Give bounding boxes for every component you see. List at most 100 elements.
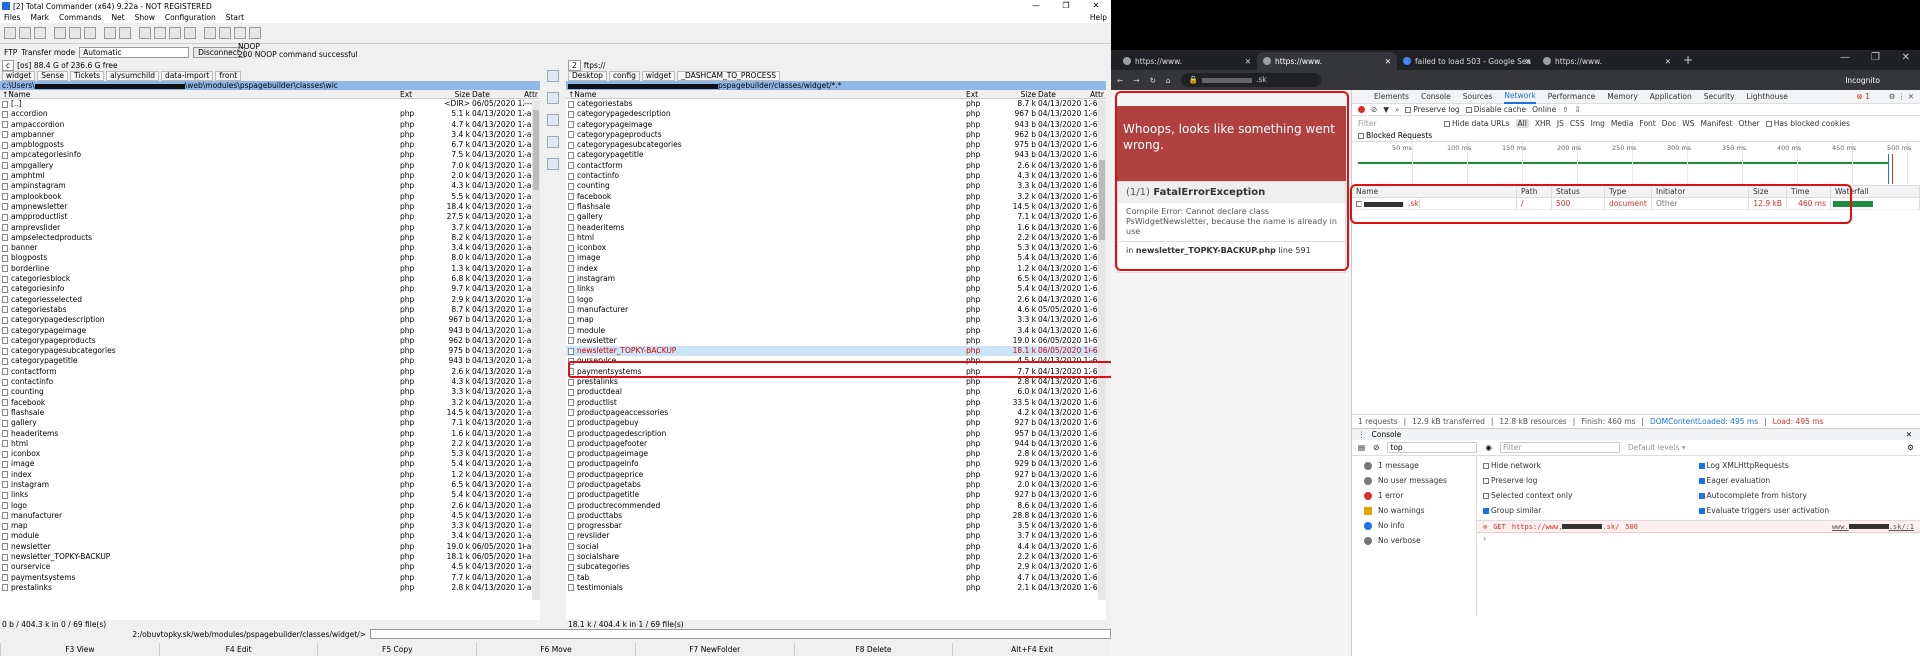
has-blocked-checkbox[interactable]: Has blocked cookies <box>1765 119 1850 128</box>
sidebar-verbose[interactable]: No verbose <box>1352 533 1476 548</box>
right-tab[interactable]: config <box>608 71 640 81</box>
left-tab[interactable]: Sense <box>37 71 68 81</box>
file-row[interactable]: galleryphp7.1 k04/13/2020 12:56-64- <box>566 212 1106 222</box>
left-tab[interactable]: widget <box>2 71 36 81</box>
ftp-new-icon[interactable] <box>184 27 196 39</box>
f6-move-button[interactable]: F6 Move <box>476 643 635 656</box>
filter-icon[interactable]: ▼ <box>1383 105 1389 114</box>
sort-icon[interactable] <box>84 27 96 39</box>
forward-icon[interactable] <box>119 27 131 39</box>
tree-icon[interactable] <box>54 27 66 39</box>
browser-tab[interactable]: failed to load 503 - Google Sea ✕ <box>1397 52 1537 70</box>
maximize-icon[interactable]: ❐ <box>1051 0 1081 12</box>
type-filter[interactable]: Doc <box>1662 119 1677 128</box>
file-row[interactable]: borderlinephp1.3 k04/13/2020 12:56-a-- <box>0 264 540 274</box>
minimize-icon[interactable]: — <box>1021 0 1051 12</box>
file-row[interactable]: contactinfophp4.3 k04/13/2020 12:56-a-- <box>0 377 540 387</box>
back-icon[interactable]: ← <box>1117 76 1123 85</box>
file-row[interactable]: tabphp4.7 k04/13/2020 12:56-64- <box>566 573 1106 583</box>
log-levels-select[interactable]: Default levels ▾ <box>1628 443 1686 452</box>
file-row[interactable]: facebookphp3.2 k04/13/2020 12:56-a-- <box>0 398 540 408</box>
col-size-header[interactable]: Size <box>994 90 1038 99</box>
error-source-link[interactable]: www. .sk/:1 <box>1832 521 1914 532</box>
col-attr-header[interactable]: Attr <box>524 90 538 98</box>
tab-close-icon[interactable]: ✕ <box>1525 57 1531 66</box>
file-row[interactable]: newsletter_TOPKY-BACKUP php 18.1 k 06/05/20… <box>0 552 540 562</box>
file-row[interactable]: productdealphp6.0 k04/13/2020 12:56-64- <box>566 387 1106 397</box>
file-row[interactable]: categorypagesubcategories php 975 b 04/13/2… <box>0 346 540 356</box>
command-input[interactable] <box>370 629 1111 639</box>
file-row[interactable]: productpagetitle php 927 b04/13/2020 12:56… <box>566 490 1106 500</box>
file-row[interactable]: categoriesselected php 2.9 k04/13/2020 12:… <box>0 295 540 305</box>
incognito-label[interactable]: Incognito <box>1845 76 1880 85</box>
browser-tab[interactable]: https://www. ✕ <box>1117 52 1257 70</box>
file-row[interactable]: bannerphp3.4 k04/13/2020 12:56-a-- <box>0 243 540 253</box>
throttle-select[interactable]: Online <box>1532 105 1556 114</box>
file-row[interactable]: headeritemsphp1.6 k04/13/2020 12:56-a-- <box>0 429 540 439</box>
file-row[interactable]: progressbarphp3.5 k04/13/2020 12:56-64- <box>566 521 1106 531</box>
home-icon[interactable]: ⌂ <box>1166 76 1171 85</box>
f7-newfolder-button[interactable]: F7 NewFolder <box>634 643 794 656</box>
type-filter-all[interactable]: All <box>1515 118 1529 128</box>
console-setting-checkbox[interactable]: Eager evaluation <box>1698 475 1915 486</box>
right-tab[interactable]: Desktop <box>568 71 607 81</box>
file-row[interactable]: categoriesblockphp6.8 k04/13/2020 12:56-… <box>0 274 540 284</box>
file-row[interactable]: ampcategoriesinfo php 7.5 k04/13/2020 12:5… <box>0 150 540 160</box>
tab-memory[interactable]: Memory <box>1607 92 1638 101</box>
console-setting-checkbox[interactable]: Preserve log <box>1483 475 1699 486</box>
find-icon[interactable] <box>204 27 216 39</box>
menu-mark[interactable]: Mark <box>30 13 49 22</box>
file-row[interactable]: htmlphp2.2 k04/13/2020 12:56-64- <box>566 233 1106 243</box>
console-setting-checkbox[interactable]: Selected context only <box>1483 490 1699 501</box>
col-name-header[interactable]: ↑Name <box>0 90 400 98</box>
file-row[interactable]: [..]<DIR>06/05/2020 12:56---- <box>0 99 540 109</box>
file-row[interactable]: categorypageimage php 943 b04/13/2020 12:5… <box>0 326 540 336</box>
menu-show[interactable]: Show <box>135 13 155 22</box>
file-row[interactable]: newsletterphp19.0 k06/05/2020 10:42-a-- <box>0 542 540 552</box>
file-row[interactable]: mapphp3.3 k04/13/2020 12:56-a-- <box>0 521 540 531</box>
left-tab[interactable]: data-import <box>160 71 214 81</box>
console-drawer-tab[interactable]: Console <box>1372 430 1402 439</box>
file-row[interactable]: categorypagesubcategories php 975 b 04/13/2… <box>566 140 1106 150</box>
eye-icon[interactable]: ◉ <box>1485 443 1492 452</box>
exit-button[interactable]: Alt+F4 Exit <box>952 643 1111 656</box>
col-ext-header[interactable]: Ext <box>400 90 428 98</box>
file-row[interactable]: ampinstagramphp4.3 k04/13/2020 12:56-a-- <box>0 181 540 191</box>
multi-rename-icon[interactable] <box>219 27 231 39</box>
hide-data-urls-checkbox[interactable]: Hide data URLs <box>1444 119 1510 128</box>
edit-icon[interactable] <box>547 136 559 148</box>
record-icon[interactable] <box>1358 106 1365 113</box>
file-row[interactable]: modulephp3.4 k04/13/2020 12:56-64- <box>566 326 1106 336</box>
file-row[interactable]: ampblogpostsphp6.7 k04/13/2020 12:56-a-- <box>0 140 540 150</box>
sync-icon[interactable] <box>234 27 246 39</box>
menu-help[interactable]: Help <box>1090 13 1107 22</box>
thumbnails-icon[interactable] <box>69 27 81 39</box>
error-count-badge[interactable]: ⊗ 1 <box>1857 92 1870 101</box>
disable-cache-checkbox[interactable]: Disable cache <box>1465 105 1526 114</box>
col-name-header[interactable]: ↑Name <box>566 90 966 98</box>
file-row[interactable]: categorypageproducts php 962 b 04/13/2020 1… <box>566 130 1106 140</box>
type-filter[interactable]: Other <box>1738 119 1759 128</box>
file-row[interactable]: newsletterphp19.0 k06/05/2020 10:42-64- <box>566 336 1106 346</box>
file-row[interactable]: categorypagetitle php 943 b04/13/2020 12:5… <box>566 150 1106 160</box>
file-row[interactable]: testimonialsphp2.1 k04/13/2020 12:56-64- <box>566 583 1106 593</box>
network-filter-input[interactable]: Filter <box>1358 119 1438 128</box>
sidebar-toggle-icon[interactable]: ▤ <box>1358 443 1365 452</box>
pack-icon[interactable] <box>139 27 151 39</box>
file-row[interactable]: amplookbookphp5.5 k04/13/2020 12:56-a-- <box>0 192 540 202</box>
tab-application[interactable]: Application <box>1650 92 1692 101</box>
tab-console[interactable]: Console <box>1421 92 1451 101</box>
col-attr-header[interactable]: Attr <box>1090 90 1104 98</box>
console-filter-input[interactable]: Filter <box>1499 442 1620 453</box>
col-date-header[interactable]: Date <box>472 90 524 98</box>
transfer-mode-select[interactable]: Automatic <box>79 46 190 58</box>
settings-icon[interactable]: ⚙ ⋮ ✕ <box>1889 92 1914 101</box>
maximize-icon[interactable]: ❐ <box>1871 52 1880 63</box>
tab-lighthouse[interactable]: Lighthouse <box>1747 92 1788 101</box>
file-row[interactable]: blogpostsphp8.0 k04/13/2020 12:56-a-- <box>0 253 540 263</box>
left-drive-select[interactable]: c <box>2 60 15 71</box>
menu-files[interactable]: Files <box>4 13 20 22</box>
file-row[interactable]: iconboxphp5.3 k04/13/2020 12:56-64- <box>566 243 1106 253</box>
file-row[interactable]: productpageprice php 927 b04/13/2020 12:56… <box>566 470 1106 480</box>
copy-icon[interactable] <box>547 70 559 82</box>
